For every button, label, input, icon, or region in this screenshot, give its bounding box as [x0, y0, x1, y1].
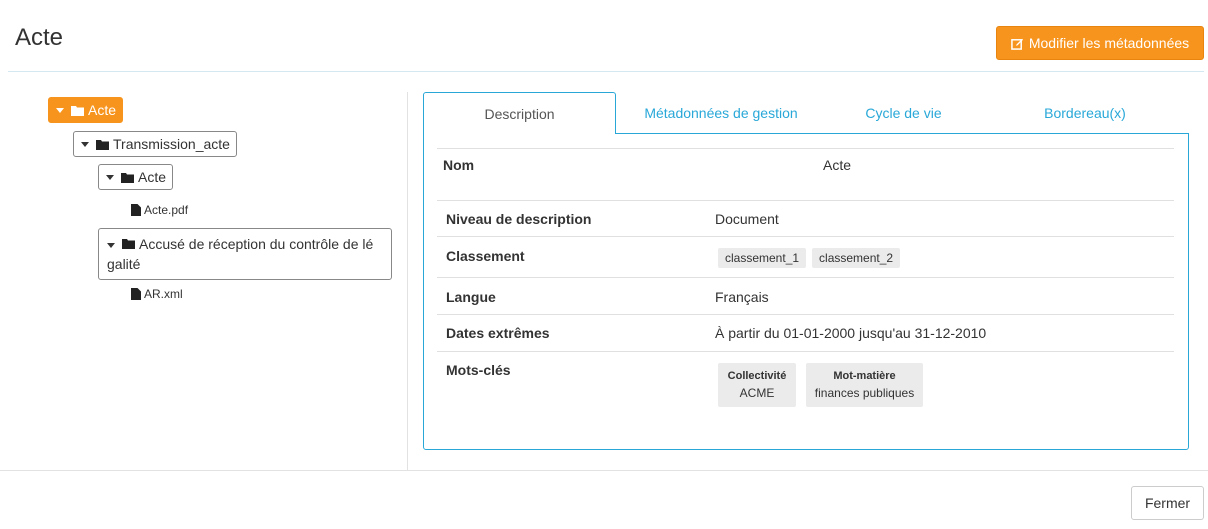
folder-icon	[122, 239, 135, 249]
caret-down-icon	[106, 174, 114, 180]
keyword-value: ACME	[739, 386, 775, 400]
header-divider	[8, 71, 1204, 72]
tree-node-label-line2: galité	[107, 256, 141, 272]
keyword-chip: Collectivité ACME	[718, 363, 796, 407]
detail-row-dates: Dates extrêmes À partir du 01-01-2000 ju…	[437, 314, 1174, 351]
nom-label: Nom	[443, 157, 475, 173]
langue-label: Langue	[446, 289, 496, 305]
keyword-type: Mot-matière	[833, 370, 896, 382]
mots-cles-label: Mots-clés	[446, 362, 511, 378]
folder-icon	[96, 139, 109, 150]
langue-value: Français	[715, 289, 769, 305]
tree-node-label: Transmission_acte	[113, 136, 230, 152]
edit-icon	[1011, 38, 1023, 50]
caret-down-icon	[107, 242, 115, 248]
detail-row-nom: Nom Acte	[437, 148, 1174, 200]
tree-node-label: Acte	[138, 169, 167, 185]
caret-down-icon	[81, 141, 89, 147]
classement-label: Classement	[446, 248, 525, 264]
keyword-type: Collectivité	[727, 370, 787, 382]
tree-node-accuse[interactable]: Accusé de réception du contrôle de lé ga…	[98, 228, 392, 280]
classement-tag: classement_1	[718, 248, 807, 268]
niveau-value: Document	[715, 211, 779, 227]
tree-node-acte-folder[interactable]: Acte	[98, 164, 174, 190]
tree-node-transmission[interactable]: Transmission_acte	[73, 131, 237, 157]
folder-icon	[71, 105, 84, 116]
niveau-label: Niveau de description	[446, 211, 592, 227]
edit-metadata-button[interactable]: Modifier les métadonnées	[996, 26, 1204, 60]
tree-leaf-label: AR.xml	[144, 287, 183, 301]
edit-metadata-label: Modifier les métadonnées	[1028, 35, 1190, 51]
detail-row-mots-cles: Mots-clés Collectivité ACME Mot-matière …	[437, 351, 1174, 411]
file-icon	[131, 204, 141, 216]
folder-icon	[121, 172, 134, 183]
keyword-chip: Mot-matière finances publiques	[806, 363, 923, 407]
tree-node-label: Acte	[88, 102, 117, 118]
dates-label: Dates extrêmes	[446, 325, 550, 341]
caret-down-icon	[56, 107, 64, 113]
tab-metadonnees-gestion[interactable]: Métadonnées de gestion	[616, 92, 826, 134]
classement-values: classement_1 classement_2	[718, 248, 906, 268]
file-icon	[131, 288, 141, 300]
close-button[interactable]: Fermer	[1131, 486, 1204, 520]
classement-tag: classement_2	[812, 248, 901, 268]
tree-leaf-label: Acte.pdf	[144, 203, 189, 217]
page-title: Acte	[15, 24, 64, 51]
detail-row-niveau: Niveau de description Document	[437, 200, 1174, 237]
tab-cycle-de-vie[interactable]: Cycle de vie	[826, 92, 981, 134]
dates-value: À partir du 01-01-2000 jusqu'au 31-12-20…	[715, 325, 987, 341]
tab-bordereaux[interactable]: Bordereau(x)	[981, 92, 1189, 134]
nom-value: Acte	[823, 157, 852, 173]
detail-row-langue: Langue Français	[437, 277, 1174, 314]
tree-leaf-ar-xml[interactable]: AR.xml	[131, 287, 183, 301]
tree-node-acte-root[interactable]: Acte	[48, 97, 124, 123]
tab-description[interactable]: Description	[423, 92, 616, 134]
keyword-value: finances publiques	[814, 386, 915, 400]
footer-divider	[0, 470, 1208, 471]
tree-divider	[407, 92, 408, 470]
detail-row-classement: Classement classement_1 classement_2	[437, 236, 1174, 277]
tree-node-label-line1: Accusé de réception du contrôle de lé	[139, 236, 374, 252]
tree-leaf-acte-pdf[interactable]: Acte.pdf	[131, 203, 188, 217]
